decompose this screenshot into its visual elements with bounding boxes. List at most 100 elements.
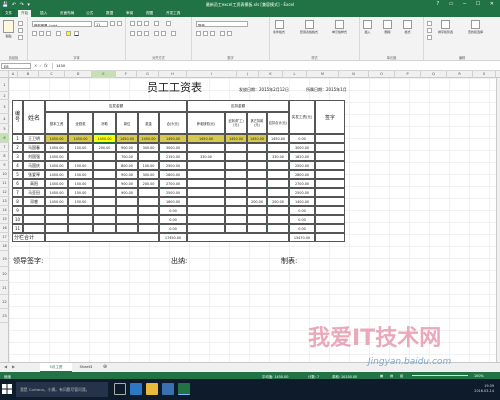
signature-cell[interactable]	[315, 197, 345, 206]
align-middle-icon[interactable]	[137, 21, 142, 26]
cell-post[interactable]: 900.00	[116, 143, 138, 152]
cell-deduct[interactable]	[267, 143, 289, 152]
cell-subsidy[interactable]	[93, 224, 116, 233]
signature-cell[interactable]	[315, 161, 345, 170]
indent-increase-icon[interactable]	[161, 31, 166, 36]
cell-style-button[interactable]: 单元格样式	[332, 20, 347, 34]
cell-full[interactable]	[68, 215, 93, 224]
column-header[interactable]: Q	[421, 71, 447, 78]
cell-absence[interactable]	[225, 143, 247, 152]
tab-review[interactable]: 审阅	[126, 11, 133, 16]
insert-cells-button[interactable]: 插入	[363, 20, 372, 34]
cell-total[interactable]: 0.00	[159, 215, 187, 224]
cell-no[interactable]: 1	[12, 134, 23, 143]
cell-name[interactable]: 马亚田	[23, 188, 45, 197]
cell-basic[interactable]: 1450.00	[45, 179, 68, 188]
orientation-icon[interactable]	[154, 21, 159, 26]
cell-deduct[interactable]: 330.00	[267, 152, 289, 161]
cell-deduct[interactable]	[267, 161, 289, 170]
cell-basic[interactable]: 1450.00	[45, 188, 68, 197]
row-header[interactable]: 11	[0, 179, 9, 188]
cell-late[interactable]: 1450.00	[247, 134, 267, 143]
zoom-slider[interactable]	[412, 375, 468, 376]
vertical-scrollbar[interactable]	[496, 78, 500, 362]
format-painter-icon[interactable]	[18, 35, 23, 40]
cell-absence[interactable]	[225, 170, 247, 179]
cell-name[interactable]	[23, 206, 45, 215]
cell-late[interactable]	[247, 152, 267, 161]
cell-no[interactable]: 10	[12, 215, 23, 224]
cell-bonus[interactable]	[138, 188, 159, 197]
cell-basic[interactable]	[45, 224, 68, 233]
cell-subsidy[interactable]	[93, 215, 116, 224]
cell-absence[interactable]	[225, 224, 247, 233]
cell-bonus[interactable]	[138, 215, 159, 224]
cell-full[interactable]	[68, 152, 93, 161]
row-header[interactable]: 17	[0, 233, 9, 242]
signature-cell[interactable]	[315, 224, 345, 233]
cell-social[interactable]	[187, 170, 225, 179]
cell-no[interactable]: 2	[12, 143, 23, 152]
paste-button[interactable]: 粘贴	[3, 20, 14, 38]
cell-bonus[interactable]: 100.00	[138, 161, 159, 170]
cell-net[interactable]: 2800.00	[289, 170, 315, 179]
merge-center-icon[interactable]	[171, 31, 176, 36]
cell-subsidy[interactable]	[93, 170, 116, 179]
cell-deduct[interactable]	[267, 224, 289, 233]
cell-late[interactable]	[247, 224, 267, 233]
cell-social[interactable]	[187, 197, 225, 206]
cell-full[interactable]	[68, 206, 93, 215]
cell-post[interactable]	[116, 206, 138, 215]
zoom-level[interactable]: 100%	[474, 374, 484, 378]
column-header[interactable]: R	[447, 71, 473, 78]
align-left-icon[interactable]	[130, 31, 135, 36]
column-header[interactable]: D	[65, 71, 92, 78]
help-icon[interactable]: ?	[437, 1, 444, 7]
subtotal-signature[interactable]	[315, 233, 345, 242]
cell-absence[interactable]	[225, 152, 247, 161]
cell-absence[interactable]	[225, 206, 247, 215]
cell-net[interactable]: 0.00	[289, 215, 315, 224]
cell-social[interactable]	[187, 179, 225, 188]
cell-net[interactable]: 2500.00	[289, 188, 315, 197]
cell-net[interactable]: 1820.00	[289, 152, 315, 161]
cell-deduct[interactable]	[267, 179, 289, 188]
signature-cell[interactable]	[315, 143, 345, 152]
cell-late[interactable]	[247, 161, 267, 170]
cell-total[interactable]: 2150.00	[159, 152, 187, 161]
cell-late[interactable]	[247, 188, 267, 197]
signature-cell[interactable]	[315, 152, 345, 161]
row-header[interactable]: 18	[0, 242, 9, 251]
cell-net[interactable]: 1400.00	[289, 197, 315, 206]
cell-no[interactable]: 9	[12, 206, 23, 215]
windows-start-icon[interactable]	[2, 384, 12, 394]
wrap-text-icon[interactable]	[166, 21, 171, 26]
column-header[interactable]: G	[137, 71, 159, 78]
row-header[interactable]: 8	[0, 152, 9, 161]
row-header[interactable]: 21	[0, 281, 9, 295]
signature-cell[interactable]	[315, 170, 345, 179]
tab-insert[interactable]: 插入	[40, 11, 47, 16]
cell-name[interactable]: 邓睿	[23, 197, 45, 206]
cell-bonus[interactable]	[138, 152, 159, 161]
cell-name[interactable]: 王卫明	[23, 134, 45, 143]
fill-icon[interactable]	[427, 28, 432, 33]
cell-social[interactable]	[187, 206, 225, 215]
column-header[interactable]: E	[92, 71, 116, 78]
edge-browser-icon[interactable]	[130, 383, 142, 395]
cell-total[interactable]: 3000.00	[159, 143, 187, 152]
cell-total[interactable]: 1450.00	[159, 134, 187, 143]
cell-post[interactable]	[116, 215, 138, 224]
cell-social[interactable]	[187, 188, 225, 197]
name-box[interactable]: E6	[1, 63, 31, 69]
increase-decimal-icon[interactable]	[220, 31, 225, 36]
formula-input[interactable]: 1450	[52, 63, 492, 69]
row-header[interactable]: 5	[0, 124, 9, 134]
cell-name[interactable]: 马国庆	[23, 161, 45, 170]
cell-subsidy[interactable]	[93, 161, 116, 170]
cell-full[interactable]: 150.00	[68, 161, 93, 170]
cell-social[interactable]	[187, 215, 225, 224]
align-top-icon[interactable]	[130, 21, 135, 26]
row-header[interactable]: 16	[0, 224, 9, 233]
tab-view[interactable]: 视图	[146, 11, 153, 16]
